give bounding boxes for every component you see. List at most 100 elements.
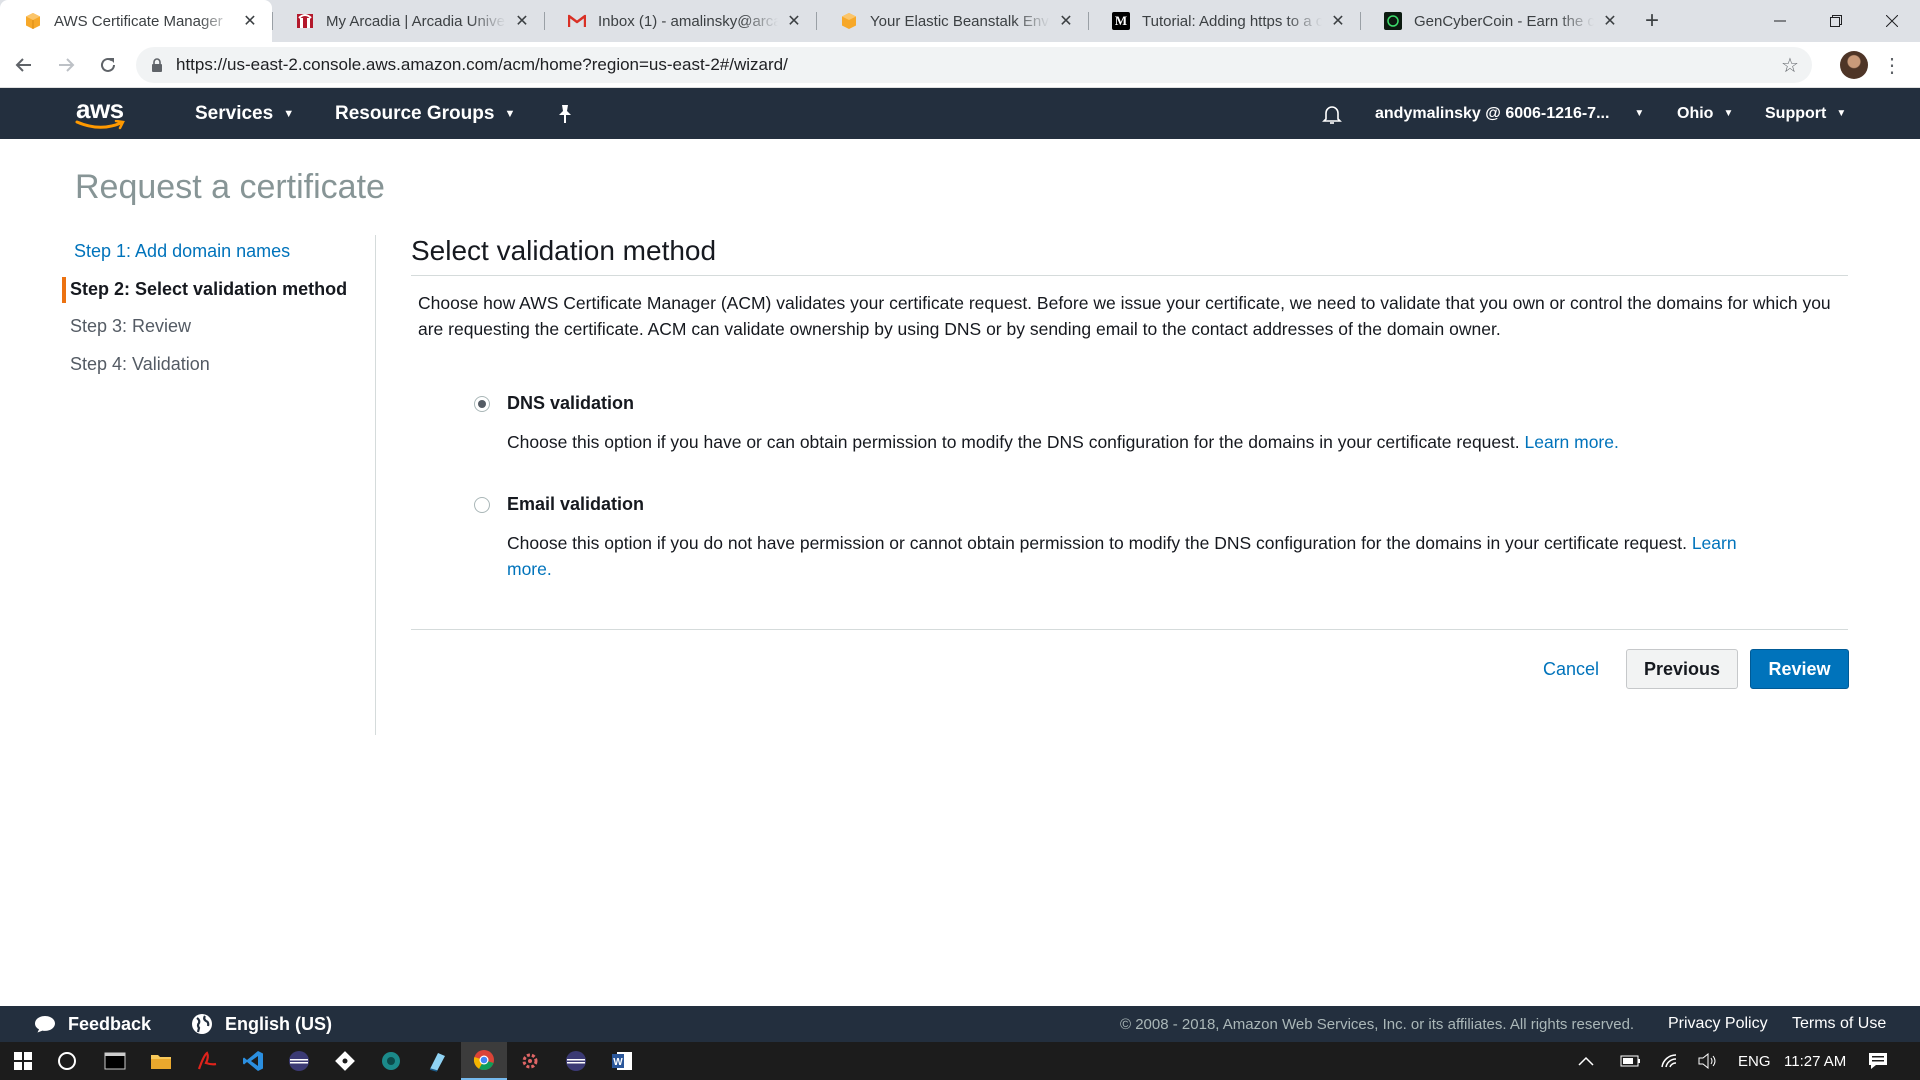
chevron-down-icon: ▼: [1836, 108, 1847, 119]
validation-method-panel: Select validation method Choose how AWS …: [411, 235, 1849, 689]
tab-title: AWS Certificate Manager: [54, 12, 223, 30]
page-title: Request a certificate: [75, 168, 385, 206]
support-menu[interactable]: Support ▼: [1765, 88, 1846, 139]
browser-tab-arcadia[interactable]: My Arcadia | Arcadia University ✕: [272, 0, 544, 42]
git-app-icon[interactable]: [322, 1042, 368, 1080]
browser-tab-medium[interactable]: M Tutorial: Adding https to a custom dom…: [1088, 0, 1360, 42]
option-title: DNS validation: [507, 393, 635, 413]
dns-validation-radio[interactable]: [474, 396, 490, 412]
close-tab-icon[interactable]: ✕: [240, 11, 260, 31]
minimize-icon[interactable]: [1752, 0, 1808, 42]
eclipse-app-icon-2[interactable]: [553, 1042, 599, 1080]
services-label: Services: [195, 102, 274, 124]
gmail-icon: [568, 12, 586, 30]
feedback-link[interactable]: Feedback: [68, 1014, 151, 1035]
chevron-down-icon: ▼: [1723, 108, 1734, 119]
wizard-steps-sidebar: Step 1: Add domain names Step 2: Select …: [0, 235, 376, 735]
browser-tab-gencybercoin[interactable]: GenCyberCoin - Earn the coin ✕: [1360, 0, 1632, 42]
resource-groups-menu[interactable]: Resource Groups ▼: [335, 88, 515, 139]
browser-toolbar: https://us-east-2.console.aws.amazon.com…: [0, 42, 1920, 88]
file-explorer-icon[interactable]: [138, 1042, 184, 1080]
reload-icon[interactable]: [90, 47, 126, 83]
tray-chevron-up-icon[interactable]: [1578, 1042, 1594, 1080]
option-description-text: Choose this option if you do not have pe…: [507, 533, 1687, 553]
forward-arrow-icon[interactable]: [48, 47, 84, 83]
acrobat-icon[interactable]: [184, 1042, 230, 1080]
option-description-text: Choose this option if you have or can ob…: [507, 432, 1520, 452]
chrome-icon[interactable]: [461, 1042, 507, 1080]
wifi-icon[interactable]: [1660, 1042, 1680, 1080]
action-center-icon[interactable]: [1868, 1042, 1888, 1080]
pin-icon[interactable]: [556, 88, 574, 139]
terms-of-use-link[interactable]: Terms of Use: [1792, 1015, 1886, 1033]
account-menu[interactable]: andymalinsky @ 6006-1216-7... ▼: [1375, 88, 1644, 139]
option-description: Choose this option if you have or can ob…: [507, 429, 1747, 455]
step-1-link[interactable]: Step 1: Add domain names: [74, 241, 290, 262]
terminal-app-icon[interactable]: [92, 1042, 138, 1080]
notifications-bell-icon[interactable]: [1321, 88, 1343, 139]
windows-start-icon[interactable]: [0, 1042, 46, 1080]
restore-icon[interactable]: [1808, 0, 1864, 42]
region-label: Ohio: [1677, 104, 1714, 122]
eclipse-app-icon[interactable]: [276, 1042, 322, 1080]
support-label: Support: [1765, 104, 1827, 122]
profile-avatar[interactable]: [1840, 51, 1868, 79]
close-tab-icon[interactable]: ✕: [512, 11, 532, 31]
globe-app-icon[interactable]: [368, 1042, 414, 1080]
tab-title: Your Elastic Beanstalk Environment: [870, 12, 1050, 30]
lock-icon[interactable]: [150, 57, 164, 73]
window-controls: [1752, 0, 1920, 42]
aws-top-nav: aws Services ▼ Resource Groups ▼ andymal…: [0, 88, 1920, 139]
close-tab-icon[interactable]: ✕: [1328, 11, 1348, 31]
step-4: Step 4: Validation: [70, 354, 210, 374]
section-heading: Select validation method: [411, 235, 1848, 276]
clock-time[interactable]: 11:27 AM: [1784, 1042, 1846, 1080]
tab-title: My Arcadia | Arcadia University: [326, 12, 506, 30]
settings-gear-app-icon[interactable]: [507, 1042, 553, 1080]
aws-footer: Feedback English (US) © 2008 - 2018, Ama…: [0, 1006, 1920, 1042]
search-circle-icon[interactable]: [44, 1042, 90, 1080]
globe-icon: [192, 1014, 213, 1034]
bookmark-star-icon[interactable]: ☆: [1772, 47, 1808, 83]
windows-taskbar: W ENG 11:27 AM: [0, 1042, 1920, 1080]
gencybercoin-icon: [1384, 12, 1402, 30]
cancel-button[interactable]: Cancel: [1531, 649, 1611, 689]
back-arrow-icon[interactable]: [6, 47, 42, 83]
close-tab-icon[interactable]: ✕: [1056, 11, 1076, 31]
browser-tab-gmail[interactable]: Inbox (1) - amalinsky@arcadia.edu ✕: [544, 0, 816, 42]
review-button[interactable]: Review: [1750, 649, 1849, 689]
volume-icon[interactable]: [1698, 1042, 1718, 1080]
browser-menu-icon[interactable]: ⋮: [1876, 48, 1908, 82]
vscode-icon[interactable]: [230, 1042, 276, 1080]
notepad-app-icon[interactable]: [414, 1042, 460, 1080]
browser-tab-beanstalk[interactable]: Your Elastic Beanstalk Environment ✕: [816, 0, 1088, 42]
new-tab-button[interactable]: +: [1632, 0, 1672, 42]
privacy-policy-link[interactable]: Privacy Policy: [1668, 1015, 1768, 1033]
region-menu[interactable]: Ohio ▼: [1677, 88, 1733, 139]
close-tab-icon[interactable]: ✕: [784, 11, 804, 31]
actions-divider: [411, 629, 1848, 630]
url-text[interactable]: https://us-east-2.console.aws.amazon.com…: [176, 55, 1772, 75]
chevron-down-icon: ▼: [504, 107, 516, 120]
aws-smile-icon: [75, 120, 125, 130]
address-bar[interactable]: https://us-east-2.console.aws.amazon.com…: [136, 47, 1812, 83]
option-title: Email validation: [507, 494, 645, 514]
previous-button[interactable]: Previous: [1626, 649, 1738, 689]
input-language[interactable]: ENG: [1738, 1042, 1771, 1080]
learn-more-link[interactable]: Learn more.: [1525, 432, 1619, 452]
feedback-icon: [35, 1016, 55, 1033]
email-validation-radio[interactable]: [474, 497, 490, 513]
svg-text:W: W: [613, 1057, 623, 1068]
battery-icon[interactable]: [1620, 1042, 1642, 1080]
services-menu[interactable]: Services ▼: [195, 88, 294, 139]
chevron-down-icon: ▼: [1634, 108, 1645, 119]
browser-tab-acm[interactable]: AWS Certificate Manager ✕: [0, 0, 272, 42]
beanstalk-icon: [840, 12, 858, 30]
footer-left: Feedback English (US): [34, 1013, 332, 1035]
intro-text: Choose how AWS Certificate Manager (ACM)…: [418, 293, 1831, 339]
language-selector[interactable]: English (US): [225, 1014, 332, 1035]
close-window-icon[interactable]: [1864, 0, 1920, 42]
close-tab-icon[interactable]: ✕: [1600, 11, 1620, 31]
word-icon[interactable]: W: [599, 1042, 645, 1080]
aws-logo[interactable]: aws: [74, 94, 128, 134]
